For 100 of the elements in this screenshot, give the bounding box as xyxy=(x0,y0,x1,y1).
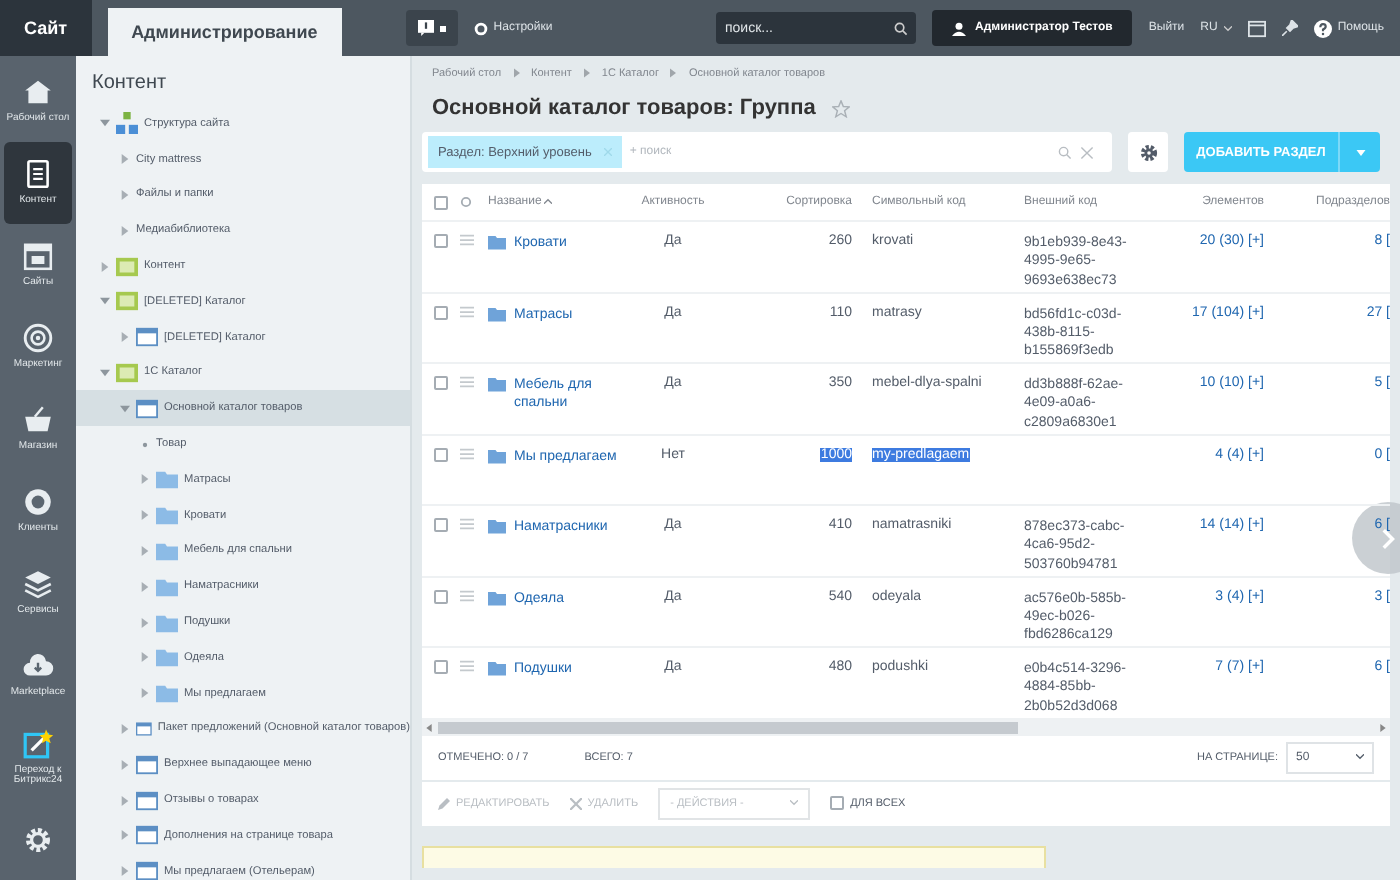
catalog-icon xyxy=(116,255,138,278)
chevron-icon xyxy=(513,68,520,78)
caret-icon xyxy=(1223,25,1232,31)
collapsed-arrow-icon[interactable] xyxy=(120,154,130,165)
menu-icon[interactable] xyxy=(460,305,474,317)
cross-icon xyxy=(569,797,582,809)
caret-icon xyxy=(1356,754,1364,760)
chevron-icon xyxy=(583,68,590,78)
collapsed-arrow-icon[interactable] xyxy=(120,866,130,877)
collapsed-arrow-icon[interactable] xyxy=(140,474,150,485)
target-icon xyxy=(22,322,54,355)
gear-icon[interactable] xyxy=(473,21,488,35)
folder-icon xyxy=(156,468,178,491)
collapsed-arrow-icon[interactable] xyxy=(140,510,150,521)
sidebar-title: Контент xyxy=(90,70,169,98)
menu-icon[interactable] xyxy=(460,447,474,459)
collapsed-arrow-icon[interactable] xyxy=(120,189,130,200)
row-checkbox[interactable] xyxy=(434,518,448,532)
wand-icon xyxy=(22,727,54,759)
catalog-icon xyxy=(116,290,138,313)
collapsed-arrow-icon[interactable] xyxy=(120,759,130,770)
home-icon xyxy=(22,76,54,109)
folder-icon xyxy=(488,376,506,392)
star-icon[interactable] xyxy=(831,99,850,117)
top-tab[interactable]: Администрирование xyxy=(107,8,342,56)
folder-icon xyxy=(488,660,506,676)
window-icon xyxy=(136,717,152,740)
help-icon[interactable] xyxy=(1313,19,1332,37)
folder-icon xyxy=(156,575,178,598)
for-all-checkbox[interactable] xyxy=(830,796,845,810)
row-checkbox[interactable] xyxy=(434,305,448,319)
row-checkbox[interactable] xyxy=(434,660,448,674)
collapsed-arrow-icon[interactable] xyxy=(100,261,110,272)
settings-button[interactable] xyxy=(1128,132,1168,172)
page-title: Основной каталог товаров: Группа xyxy=(432,96,816,120)
search-icon xyxy=(894,21,909,35)
collapsed-arrow-icon[interactable] xyxy=(120,332,130,343)
row-checkbox[interactable] xyxy=(434,376,448,390)
expanded-arrow-icon[interactable] xyxy=(120,403,130,414)
folder-icon xyxy=(156,682,178,705)
catalog-icon xyxy=(116,361,138,384)
gear-icon xyxy=(1139,143,1157,161)
row-checkbox[interactable] xyxy=(434,589,448,603)
select-all-checkbox[interactable] xyxy=(434,195,448,209)
calendar-icon xyxy=(22,240,54,273)
chevron-icon xyxy=(1381,527,1395,549)
pin-icon[interactable] xyxy=(1281,20,1298,36)
sort-asc-icon xyxy=(544,198,553,204)
collapsed-arrow-icon[interactable] xyxy=(140,545,150,556)
menu-icon[interactable] xyxy=(460,518,474,530)
folder-icon xyxy=(488,447,506,463)
menu-icon[interactable] xyxy=(460,589,474,601)
folder-icon xyxy=(488,518,506,534)
expanded-arrow-icon[interactable] xyxy=(100,118,110,129)
square-icon xyxy=(439,25,446,31)
gear-icon xyxy=(22,823,54,855)
collapsed-arrow-icon[interactable] xyxy=(120,795,130,806)
window-icon[interactable] xyxy=(1247,19,1266,37)
window-icon xyxy=(136,326,158,349)
close-icon[interactable] xyxy=(1080,145,1094,159)
layers-icon xyxy=(22,568,54,601)
collapsed-arrow-icon[interactable] xyxy=(120,225,130,236)
row-checkbox[interactable] xyxy=(434,234,448,248)
row-checkbox[interactable] xyxy=(434,447,448,461)
window-icon xyxy=(136,397,158,420)
folder-icon xyxy=(156,611,178,634)
scroll-right-icon[interactable] xyxy=(1380,723,1386,731)
window-icon xyxy=(136,753,158,776)
menu-icon[interactable] xyxy=(460,376,474,388)
pencil-icon xyxy=(438,797,450,809)
folder-icon xyxy=(488,305,506,321)
collapsed-arrow-icon[interactable] xyxy=(140,617,150,628)
collapsed-arrow-icon[interactable] xyxy=(140,688,150,699)
folder-icon xyxy=(488,234,506,250)
menu-icon[interactable] xyxy=(460,660,474,672)
structure-icon xyxy=(116,112,138,135)
folder-icon xyxy=(156,539,178,562)
window-icon xyxy=(136,824,158,847)
expanded-arrow-icon[interactable] xyxy=(100,296,110,307)
folder-icon xyxy=(488,589,506,605)
scroll-left-icon[interactable] xyxy=(426,723,432,731)
basket-icon xyxy=(22,404,54,437)
notifications-button[interactable] xyxy=(405,10,458,46)
folder-icon xyxy=(156,504,178,527)
collapsed-arrow-icon[interactable] xyxy=(120,830,130,841)
caret-icon xyxy=(790,800,799,806)
collapsed-arrow-icon[interactable] xyxy=(140,652,150,663)
expanded-arrow-icon[interactable] xyxy=(100,367,110,378)
window-icon xyxy=(136,789,158,812)
menu-icon[interactable] xyxy=(460,234,474,246)
window-icon xyxy=(136,860,158,880)
collapsed-arrow-icon[interactable] xyxy=(140,581,150,592)
message-icon xyxy=(417,20,434,36)
settings-icon[interactable] xyxy=(460,196,472,208)
collapsed-arrow-icon[interactable] xyxy=(120,723,130,734)
user-icon xyxy=(952,21,967,35)
scrollbar-thumb[interactable] xyxy=(438,721,1018,733)
top-tab[interactable]: Сайт xyxy=(0,0,92,56)
folder-icon xyxy=(156,646,178,669)
search-icon[interactable] xyxy=(1058,145,1072,159)
